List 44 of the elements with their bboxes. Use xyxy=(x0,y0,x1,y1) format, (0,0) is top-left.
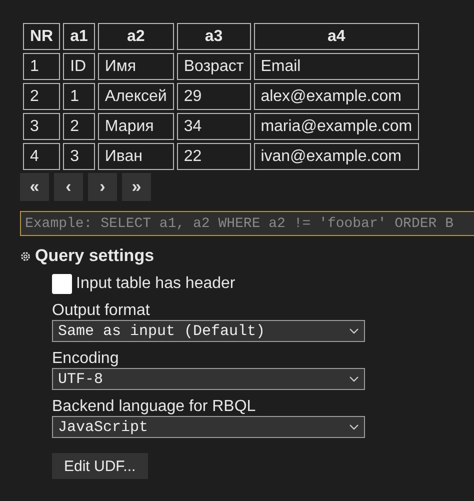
edit-udf-button[interactable]: Edit UDF... xyxy=(52,453,148,479)
settings-title: Query settings xyxy=(35,246,154,266)
dropdown[interactable]: JavaScript xyxy=(52,416,365,438)
table-cell: Email xyxy=(254,53,420,80)
column-header: a2 xyxy=(98,23,174,50)
table-cell: ivan@example.com xyxy=(254,143,420,170)
table-cell: Иван xyxy=(98,143,174,170)
table-cell: 3 xyxy=(23,113,60,140)
column-header: a3 xyxy=(176,23,251,50)
page-button[interactable]: › xyxy=(88,173,117,201)
table-cell: 1 xyxy=(23,53,60,80)
table-cell: Алексей xyxy=(98,83,174,110)
table-cell: 3 xyxy=(63,143,95,170)
gear-icon xyxy=(20,250,31,262)
column-header: NR xyxy=(23,23,60,50)
table-cell: Возраст xyxy=(176,53,251,80)
table-cell: alex@example.com xyxy=(254,83,420,110)
table-cell: 2 xyxy=(23,83,60,110)
chevron-icon xyxy=(349,424,359,430)
column-header: a1 xyxy=(63,23,95,50)
header-checkbox[interactable] xyxy=(52,274,72,294)
page-button[interactable]: » xyxy=(122,173,151,201)
dropdown[interactable]: UTF-8 xyxy=(52,368,365,390)
checkbox-label: Input table has header xyxy=(76,275,236,293)
table-cell: 34 xyxy=(176,113,251,140)
table-cell: Мария xyxy=(98,113,174,140)
page-button[interactable]: « xyxy=(20,173,49,201)
field-label: Encoding xyxy=(52,349,120,368)
column-header: a4 xyxy=(254,23,420,50)
field-label: Output format xyxy=(52,301,151,320)
dropdown[interactable]: Same as input (Default) xyxy=(52,320,365,342)
table-cell: 29 xyxy=(176,83,251,110)
table-cell: maria@example.com xyxy=(254,113,420,140)
table-cell: 2 xyxy=(63,113,95,140)
table-cell: 22 xyxy=(176,143,251,170)
chevron-icon xyxy=(349,328,359,334)
chevron-icon xyxy=(349,376,359,382)
page-button[interactable]: ‹ xyxy=(54,173,83,201)
table-cell: 1 xyxy=(63,83,95,110)
table-cell: 4 xyxy=(23,143,60,170)
field-label: Backend language for RBQL xyxy=(52,397,257,416)
table-cell: ID xyxy=(63,53,95,80)
table-cell: Имя xyxy=(98,53,174,80)
query-input[interactable]: Example: SELECT a1, a2 WHERE a2 != 'foobar' ORDER B xyxy=(20,211,474,236)
